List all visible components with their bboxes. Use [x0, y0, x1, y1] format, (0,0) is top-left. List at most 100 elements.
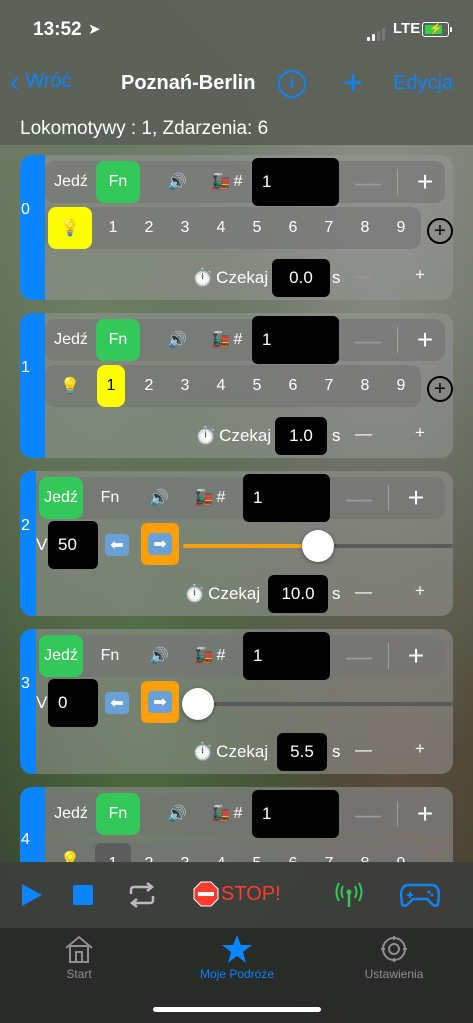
function-button-6[interactable]: 6: [275, 843, 311, 863]
function-button-2[interactable]: 2: [131, 207, 167, 249]
sound-icon[interactable]: 🔊: [157, 161, 197, 203]
function-button-4[interactable]: 4: [203, 843, 239, 863]
back-button[interactable]: ‹ Wróć: [10, 67, 72, 95]
function-button-9[interactable]: 9: [383, 843, 419, 863]
direction-right-button[interactable]: ➡: [141, 681, 179, 723]
speed-value-field[interactable]: 50: [48, 521, 98, 569]
loco-number-field[interactable]: 1: [252, 790, 339, 838]
tab-moje-podroze[interactable]: Moje Podróże: [177, 934, 297, 981]
loco-number-field[interactable]: 1: [243, 632, 330, 680]
function-button-9[interactable]: 9: [383, 365, 419, 407]
fn-mode-button[interactable]: Fn: [96, 161, 140, 203]
function-button-3[interactable]: 3: [167, 843, 203, 863]
emergency-stop-button[interactable]: STOP!: [193, 881, 281, 907]
function-button-3[interactable]: 3: [167, 365, 203, 407]
event-drag-handle[interactable]: [20, 787, 45, 863]
tab-start[interactable]: Start: [19, 934, 139, 981]
function-button-6[interactable]: 6: [275, 207, 311, 249]
wait-minus-button[interactable]: —: [355, 255, 372, 297]
wait-minus-button[interactable]: —: [355, 413, 372, 455]
loco-minus-button[interactable]: —: [348, 793, 388, 835]
loco-plus-button[interactable]: +: [396, 477, 436, 519]
add-button[interactable]: +: [343, 64, 363, 103]
light-function-button[interactable]: 💡: [48, 365, 92, 407]
function-button-5[interactable]: 5: [239, 843, 275, 863]
speed-value-field[interactable]: 0: [48, 679, 98, 727]
direction-left-button[interactable]: ⬅: [105, 524, 129, 566]
speed-slider-thumb[interactable]: [182, 688, 214, 720]
gamepad-icon[interactable]: [400, 882, 440, 908]
event-drag-handle[interactable]: [20, 629, 36, 774]
function-button-6[interactable]: 6: [275, 365, 311, 407]
fn-mode-button[interactable]: Fn: [88, 635, 132, 677]
function-button-2[interactable]: 2: [131, 843, 167, 863]
loco-number-field[interactable]: 1: [252, 158, 339, 206]
wait-minus-button[interactable]: —: [355, 729, 372, 771]
sound-icon[interactable]: 🔊: [157, 319, 197, 361]
speed-slider-thumb[interactable]: [302, 530, 334, 562]
repeat-icon[interactable]: [127, 882, 157, 908]
loco-plus-button[interactable]: +: [405, 161, 445, 203]
function-button-1[interactable]: 1: [95, 843, 131, 863]
loco-minus-button[interactable]: —: [348, 161, 388, 203]
function-button-7[interactable]: 7: [311, 843, 347, 863]
light-function-button[interactable]: 💡: [48, 207, 92, 249]
drive-mode-button[interactable]: Jedź: [49, 161, 93, 203]
wait-value-field[interactable]: 1.0: [275, 417, 327, 455]
function-button-4[interactable]: 4: [203, 207, 239, 249]
fn-mode-button[interactable]: Fn: [96, 319, 140, 361]
drive-mode-button[interactable]: Jedź: [49, 793, 93, 835]
function-button-8[interactable]: 8: [347, 207, 383, 249]
function-button-7[interactable]: 7: [311, 207, 347, 249]
direction-right-button[interactable]: ➡: [141, 523, 179, 565]
function-button-1[interactable]: 1: [95, 207, 131, 249]
sound-icon[interactable]: 🔊: [157, 793, 197, 835]
add-function-icon[interactable]: +: [427, 218, 453, 244]
direction-left-button[interactable]: ⬅: [105, 682, 129, 724]
play-icon[interactable]: [22, 884, 42, 906]
info-icon[interactable]: i: [278, 70, 306, 98]
event-drag-handle[interactable]: [20, 155, 45, 300]
wait-plus-button[interactable]: +: [415, 412, 425, 454]
sound-icon[interactable]: 🔊: [139, 635, 179, 677]
function-button-8[interactable]: 8: [347, 843, 383, 863]
function-button-5[interactable]: 5: [239, 365, 275, 407]
add-function-icon[interactable]: +: [427, 376, 453, 402]
loco-minus-button[interactable]: —: [339, 635, 379, 677]
drive-mode-button[interactable]: Jedź: [49, 319, 93, 361]
function-button-7[interactable]: 7: [311, 365, 347, 407]
function-button-3[interactable]: 3: [167, 207, 203, 249]
function-button-5[interactable]: 5: [239, 207, 275, 249]
fn-mode-button[interactable]: Fn: [88, 477, 132, 519]
loco-minus-button[interactable]: —: [339, 477, 379, 519]
drive-mode-button[interactable]: Jedź: [39, 635, 83, 677]
function-button-4[interactable]: 4: [203, 365, 239, 407]
wait-value-field[interactable]: 0.0: [272, 259, 330, 297]
function-button-1[interactable]: 1: [97, 365, 125, 407]
fn-mode-button[interactable]: Fn: [96, 793, 140, 835]
wait-value-field[interactable]: 10.0: [268, 575, 328, 613]
wait-minus-button[interactable]: —: [355, 571, 372, 613]
antenna-signal-icon[interactable]: [335, 881, 363, 909]
wait-value-field[interactable]: 5.5: [277, 733, 327, 771]
wait-plus-button[interactable]: +: [415, 254, 425, 296]
wait-plus-button[interactable]: +: [415, 570, 425, 612]
event-drag-handle[interactable]: [20, 471, 36, 616]
loco-number-field[interactable]: 1: [252, 316, 339, 364]
sound-icon[interactable]: 🔊: [139, 477, 179, 519]
light-function-button[interactable]: 💡: [48, 841, 92, 863]
function-button-2[interactable]: 2: [131, 365, 167, 407]
loco-minus-button[interactable]: —: [348, 319, 388, 361]
drive-mode-button[interactable]: Jedź: [39, 477, 83, 519]
stop-square-icon[interactable]: [73, 885, 93, 905]
wait-plus-button[interactable]: +: [415, 728, 425, 770]
loco-plus-button[interactable]: +: [405, 319, 445, 361]
tab-ustawienia[interactable]: Ustawienia: [334, 934, 454, 981]
function-button-9[interactable]: 9: [383, 207, 419, 249]
event-drag-handle[interactable]: [20, 313, 45, 458]
loco-number-field[interactable]: 1: [243, 474, 330, 522]
function-button-8[interactable]: 8: [347, 365, 383, 407]
loco-plus-button[interactable]: +: [396, 635, 436, 677]
loco-plus-button[interactable]: +: [405, 793, 445, 835]
edit-button[interactable]: Edycja: [393, 72, 453, 95]
